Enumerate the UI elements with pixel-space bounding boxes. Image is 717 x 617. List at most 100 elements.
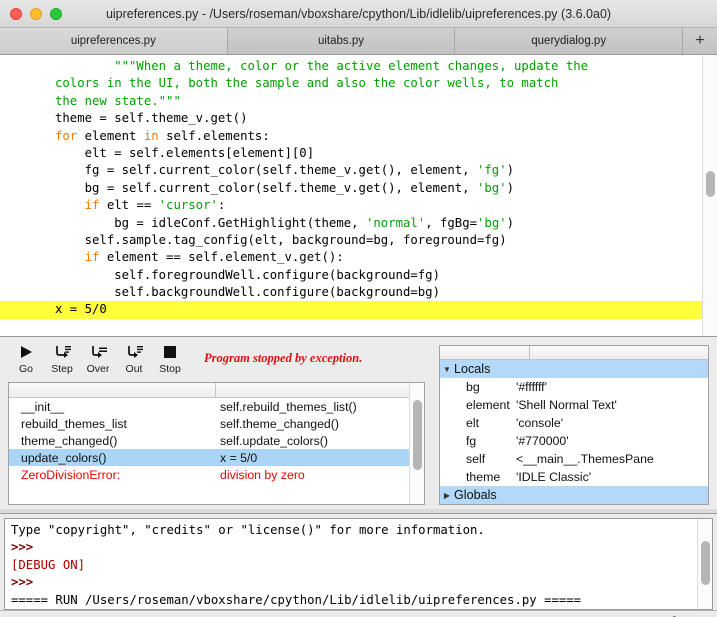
stack-frame-name: ZeroDivisionError: bbox=[21, 467, 121, 482]
variables-group-label: Globals bbox=[454, 488, 497, 502]
variable-name: theme bbox=[466, 470, 501, 484]
code-token: colors in the UI, both the sample and al… bbox=[55, 76, 559, 91]
variables-group-locals[interactable]: ▼ Locals bbox=[440, 360, 708, 378]
code-line-highlighted: x = 5/0 bbox=[0, 301, 702, 319]
code-token: self.elements: bbox=[158, 128, 270, 143]
chevron-right-icon[interactable]: ▶ bbox=[440, 491, 454, 500]
variable-name: self bbox=[466, 452, 486, 466]
stack-frame-name: rebuild_themes_list bbox=[21, 416, 127, 431]
variables-group-globals[interactable]: ▶ Globals bbox=[440, 486, 708, 504]
stack-column-header-frame[interactable] bbox=[9, 383, 216, 397]
variable-value: 'console' bbox=[516, 416, 564, 430]
add-tab-button[interactable]: + bbox=[683, 28, 717, 54]
editor-scrollbar-thumb[interactable] bbox=[706, 171, 715, 197]
chevron-down-icon[interactable]: ▼ bbox=[440, 365, 454, 374]
pane-divider[interactable] bbox=[0, 509, 717, 513]
editor-scrollbar[interactable] bbox=[702, 55, 717, 336]
tab-querydialog-py[interactable]: querydialog.py bbox=[455, 28, 684, 54]
tab-uitabs-py[interactable]: uitabs.py bbox=[227, 28, 456, 54]
tool-label: Out bbox=[125, 363, 143, 375]
code-editor[interactable]: """When a theme, color or the active ele… bbox=[0, 55, 717, 337]
code-token: 'bg' bbox=[477, 215, 507, 230]
debugger-status-message: Program stopped by exception. bbox=[204, 351, 363, 365]
tab-uipreferences-py[interactable]: uipreferences.py bbox=[0, 28, 228, 54]
code-token: elt = self.elements[element][0] bbox=[55, 145, 315, 160]
window-controls bbox=[10, 7, 62, 20]
code-token: , fgBg= bbox=[425, 215, 478, 230]
code-line: self.sample.tag_config(elt, background=b… bbox=[0, 232, 702, 249]
code-line: elt = self.elements[element][0] bbox=[0, 145, 702, 162]
stack-frame-source: self.theme_changed() bbox=[220, 416, 339, 431]
shell-output-box[interactable]: Type "copyright", "credits" or "license(… bbox=[4, 518, 713, 611]
stack-scrollbar[interactable] bbox=[409, 383, 424, 504]
step-into-icon bbox=[54, 342, 71, 362]
variables-column-header-name[interactable] bbox=[440, 346, 530, 359]
stack-row[interactable]: rebuild_themes_list self.theme_changed() bbox=[9, 415, 409, 432]
code-token: element bbox=[77, 128, 144, 143]
variable-name: element bbox=[466, 398, 510, 412]
stack-scrollbar-thumb[interactable] bbox=[413, 400, 422, 470]
code-token: elt == bbox=[99, 198, 159, 213]
variables-column-header-value[interactable] bbox=[530, 346, 708, 359]
code-line: self.backgroundWell.configure(background… bbox=[0, 284, 702, 301]
code-token: 'normal' bbox=[365, 215, 426, 230]
shell-scrollbar-thumb[interactable] bbox=[701, 541, 710, 585]
play-icon bbox=[19, 342, 33, 362]
maximize-icon[interactable] bbox=[50, 7, 62, 20]
code-line: bg = idleConf.GetHighlight(theme, 'norma… bbox=[0, 215, 702, 232]
stack-frame-source: x = 5/0 bbox=[220, 450, 258, 465]
stack-row[interactable]: update_colors() x = 5/0 bbox=[9, 449, 409, 466]
out-button[interactable]: Out bbox=[116, 342, 152, 375]
variable-value: '#770000' bbox=[516, 434, 569, 448]
variable-row[interactable]: fg '#770000' bbox=[440, 432, 708, 450]
close-icon[interactable] bbox=[10, 7, 22, 20]
code-token: bg = self.current_color(self.theme_v.get… bbox=[55, 180, 477, 195]
minimize-icon[interactable] bbox=[30, 7, 42, 20]
variable-row[interactable]: self <__main__.ThemesPane bbox=[440, 450, 708, 468]
tool-label: Step bbox=[51, 363, 73, 375]
code-text[interactable]: """When a theme, color or the active ele… bbox=[0, 55, 702, 336]
code-line: if elt == 'cursor': bbox=[0, 197, 702, 214]
stack-frame-list[interactable]: __init__ self.rebuild_themes_list() rebuil… bbox=[8, 382, 425, 505]
shell-line: >>> bbox=[11, 540, 34, 555]
variable-row[interactable]: element 'Shell Normal Text' bbox=[440, 396, 708, 414]
variables-panel[interactable]: ▼ Locals bg '#ffffff' element 'Shell Normal T… bbox=[439, 345, 709, 505]
over-button[interactable]: Over bbox=[80, 342, 116, 375]
stack-frame-name: update_colors() bbox=[21, 450, 107, 465]
stop-button[interactable]: Stop bbox=[152, 342, 188, 375]
shell-output-text[interactable]: Type "copyright", "credits" or "license(… bbox=[5, 519, 697, 609]
code-line: theme = self.theme_v.get() bbox=[0, 110, 702, 127]
stack-row[interactable]: ZeroDivisionError: division by zero bbox=[9, 466, 409, 483]
stack-column-header-source[interactable] bbox=[216, 383, 409, 397]
shell-pane: Type "copyright", "credits" or "license(… bbox=[0, 514, 717, 611]
stack-frame-name: __init__ bbox=[21, 399, 65, 414]
go-button[interactable]: Go bbox=[8, 342, 44, 375]
variable-name: fg bbox=[466, 434, 477, 448]
code-token: the new state.""" bbox=[55, 93, 181, 108]
step-button[interactable]: Step bbox=[44, 342, 80, 375]
code-line: the new state.""" bbox=[0, 93, 702, 110]
code-token: self.foregroundWell.configure(background… bbox=[55, 267, 440, 282]
variable-row[interactable]: theme 'IDLE Classic' bbox=[440, 468, 708, 486]
stack-row[interactable]: __init__ self.rebuild_themes_list() bbox=[9, 398, 409, 415]
stack-row[interactable]: theme_changed() self.update_colors() bbox=[9, 432, 409, 449]
tab-bar: uipreferences.py uitabs.py querydialog.py + bbox=[0, 28, 717, 55]
shell-line: [DEBUG ON] bbox=[11, 557, 86, 572]
code-token: 'cursor' bbox=[158, 198, 218, 213]
status-bar: Ln: 478 Col: 8 bbox=[0, 610, 717, 617]
step-out-icon bbox=[126, 342, 143, 362]
variable-name: elt bbox=[466, 416, 479, 430]
variable-value: 'Shell Normal Text' bbox=[516, 398, 617, 412]
shell-line: >>> bbox=[11, 575, 34, 590]
variable-name: bg bbox=[466, 380, 480, 394]
variable-value: 'IDLE Classic' bbox=[516, 470, 592, 484]
stack-frame-source: division by zero bbox=[220, 467, 305, 482]
variable-row[interactable]: elt 'console' bbox=[440, 414, 708, 432]
code-line: if element == self.element_v.get(): bbox=[0, 249, 702, 266]
shell-scrollbar[interactable] bbox=[697, 519, 712, 610]
variable-row[interactable]: bg '#ffffff' bbox=[440, 378, 708, 396]
code-token: self.sample.tag_config(elt, background=b… bbox=[55, 232, 507, 247]
stack-frame-name: theme_changed() bbox=[21, 433, 118, 448]
code-token: ) bbox=[506, 163, 515, 178]
code-token: """When a theme, color or the active ele… bbox=[55, 59, 589, 73]
